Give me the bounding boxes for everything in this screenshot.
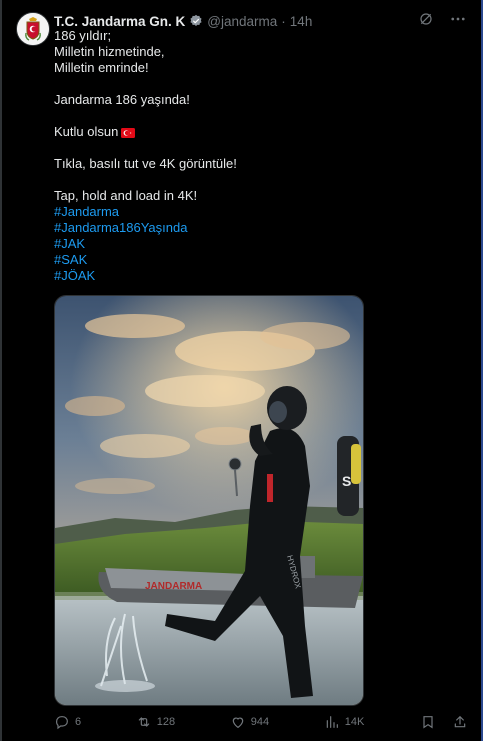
text-line: Jandarma 186 yaşında!: [54, 92, 190, 107]
hashtag-link[interactable]: #Jandarma186Yaşında: [54, 220, 465, 236]
gendarmerie-emblem-icon: [17, 13, 49, 45]
hashtag-link[interactable]: #Jandarma: [54, 204, 465, 220]
tank-label: S: [342, 473, 351, 489]
tweet-time[interactable]: 14h: [290, 14, 313, 29]
share-icon[interactable]: [451, 713, 469, 731]
text-line-with-flag: Kutlu olsun: [54, 124, 465, 140]
text-line: 186 yıldır;: [54, 28, 112, 43]
reply-button[interactable]: 6: [54, 714, 81, 730]
reply-count: 6: [75, 716, 82, 728]
text-line: [54, 172, 465, 188]
like-button[interactable]: 944: [230, 714, 269, 730]
repost-icon: [138, 717, 150, 727]
like-icon: [232, 717, 244, 729]
grok-icon[interactable]: [417, 10, 435, 28]
verified-badge-icon: [190, 14, 202, 26]
tweet-action-bar: 6 128 944 14K: [54, 713, 469, 731]
text-line: Milletin hizmetinde,: [54, 44, 165, 59]
turkey-flag-icon: [121, 128, 136, 138]
text-line: Tap, hold and load in 4K!: [54, 188, 198, 203]
hashtag-link[interactable]: #SAK: [54, 252, 465, 268]
repost-count: 128: [156, 716, 176, 728]
repost-button[interactable]: 128: [136, 714, 175, 730]
views-button[interactable]: 14K: [324, 714, 365, 730]
avatar[interactable]: [16, 12, 50, 46]
text-line: Kutlu olsun: [54, 124, 119, 139]
view-count: 14K: [344, 716, 365, 728]
like-count: 944: [250, 716, 270, 728]
tweet-text: 186 yıldır; Milletin hizmetinde, Milleti…: [54, 28, 465, 284]
author-name[interactable]: T.C. Jandarma Gn. K: [54, 14, 185, 29]
reply-icon: [56, 716, 68, 730]
separator-dot: ·: [281, 13, 286, 29]
boat-label: JANDARMA: [145, 581, 202, 592]
tweet-media[interactable]: JANDARMA S HYDROX: [54, 295, 364, 706]
text-line: Tıkla, basılı tut ve 4K görüntüle!: [54, 156, 237, 171]
text-line: [54, 76, 465, 92]
author-handle[interactable]: @jandarma: [207, 14, 277, 29]
bookmark-icon[interactable]: [419, 713, 437, 731]
more-icon[interactable]: [449, 10, 467, 28]
text-line: Milletin emrinde!: [54, 60, 149, 75]
text-line: [54, 140, 465, 156]
views-icon: [326, 716, 338, 728]
hashtag-link[interactable]: #JÖAK: [54, 268, 465, 284]
text-line: [54, 108, 465, 124]
diver-photo: JANDARMA S HYDROX: [55, 296, 363, 705]
hashtag-link[interactable]: #JAK: [54, 236, 465, 252]
